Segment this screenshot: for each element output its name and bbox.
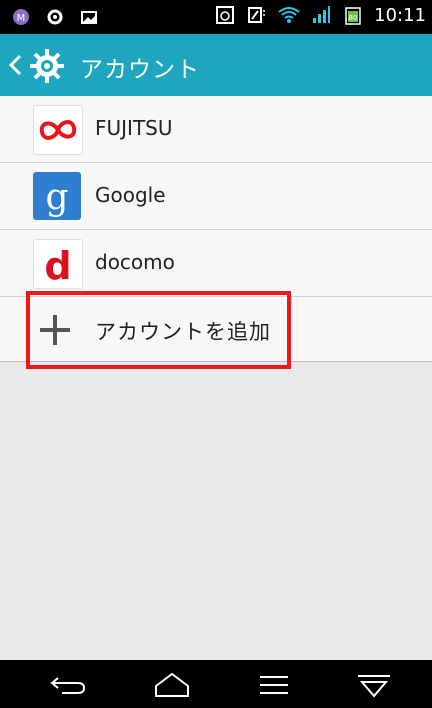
navigation-bar [0,660,432,708]
hide-icon[interactable] [354,670,394,700]
settings-gear-icon [30,49,64,83]
account-label: FUJITSU [95,116,173,140]
svg-text:M: M [17,13,26,24]
status-time: 10:11 [374,4,426,26]
back-icon[interactable] [48,670,88,700]
home-icon[interactable] [152,670,192,700]
signal-icon [310,4,332,26]
add-account-label: アカウントを追加 [95,320,271,344]
status-bar: M 80 10:11 [0,0,432,34]
battery-icon: 80 [342,4,364,26]
account-label: Google [95,183,166,207]
account-item-docomo[interactable]: d docomo [0,230,432,297]
nfc-icon [246,4,268,26]
app-notification-icon: M [10,6,32,28]
status-left-icons: M [10,6,100,28]
status-right-icons: 80 10:11 [214,4,426,26]
alarm-icon [214,4,236,26]
docomo-logo-icon: d [33,239,83,289]
page-title: アカウント [80,57,200,83]
back-chevron-icon[interactable] [6,48,24,82]
action-bar: アカウント [0,34,432,96]
account-item-fujitsu[interactable]: FUJITSU [0,96,432,163]
gear-notification-icon [44,6,66,28]
account-list: FUJITSU g Google d docomo アカウントを追加 [0,96,432,362]
plus-icon [40,315,70,345]
wifi-icon [278,4,300,26]
google-logo-icon: g [33,172,81,220]
image-notification-icon [78,6,100,28]
svg-text:80: 80 [349,14,358,22]
svg-text:g: g [45,177,68,218]
svg-text:d: d [44,244,71,288]
add-account-button[interactable]: アカウントを追加 [0,297,432,362]
account-item-google[interactable]: g Google [0,163,432,230]
account-label: docomo [95,250,175,274]
fujitsu-logo-icon [33,105,83,155]
menu-icon[interactable] [254,670,294,700]
